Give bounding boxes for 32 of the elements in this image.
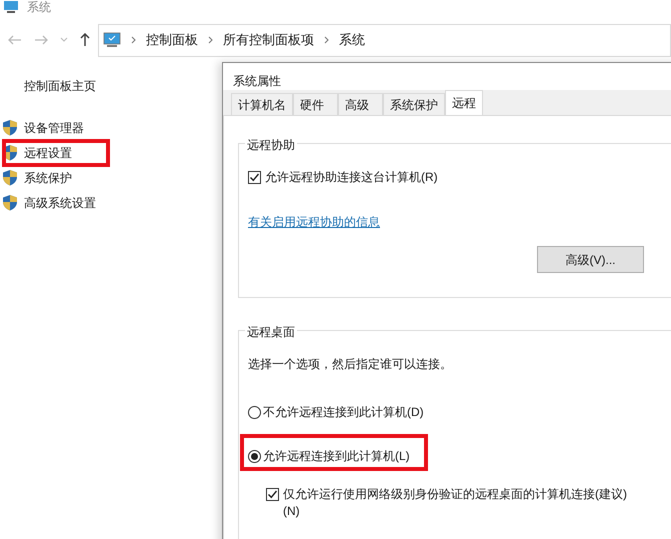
sidebar-link[interactable]: 系统保护 [24, 168, 72, 186]
breadcrumb[interactable]: 控制面板 [146, 30, 198, 50]
window-title: 系统 [27, 0, 51, 16]
computer-icon [3, 1, 19, 13]
chevron-right-icon [324, 36, 329, 44]
radio-button[interactable] [248, 406, 261, 418]
sidebar-link[interactable]: 远程设置 [24, 144, 72, 162]
checkbox-label: 允许远程协助连接这台计算机(R) [265, 169, 438, 186]
address-bar[interactable]: 控制面板 所有控制面板项 系统 [98, 24, 671, 56]
advanced-button[interactable]: 高级(V)... [537, 246, 644, 273]
radio-label[interactable]: 允许远程连接到此计算机(L) [263, 447, 410, 465]
shield-icon [2, 119, 18, 136]
group-title: 远程桌面 [245, 323, 297, 341]
shield-icon [2, 194, 18, 211]
dialog-title: 系统属性 [223, 63, 671, 90]
help-link[interactable]: 有关启用远程协助的信息 [248, 213, 380, 231]
radio-label[interactable]: 不允许远程连接到此计算机(D) [263, 403, 424, 421]
instruction-text: 选择一个选项，然后指定谁可以连接。 [248, 356, 453, 373]
chevron-right-icon [131, 36, 136, 44]
checkbox[interactable] [248, 170, 261, 184]
radio-button[interactable] [248, 450, 261, 462]
checkbox[interactable] [266, 488, 279, 501]
breadcrumb[interactable]: 所有控制面板项 [223, 30, 314, 50]
chevron-right-icon [208, 36, 213, 44]
sidebar-link[interactable]: 高级系统设置 [24, 194, 96, 212]
breadcrumb[interactable]: 系统 [339, 30, 365, 50]
up-arrow-icon[interactable] [80, 33, 90, 47]
tab[interactable]: 远程 [445, 90, 483, 115]
checkbox-label: 仅允许运行使用网络级别身份验证的远程桌面的计算机连接(建议)(N) [283, 486, 628, 520]
shield-icon [2, 169, 18, 186]
computer-icon [103, 32, 121, 48]
sidebar-link[interactable]: 设备管理器 [24, 118, 84, 136]
